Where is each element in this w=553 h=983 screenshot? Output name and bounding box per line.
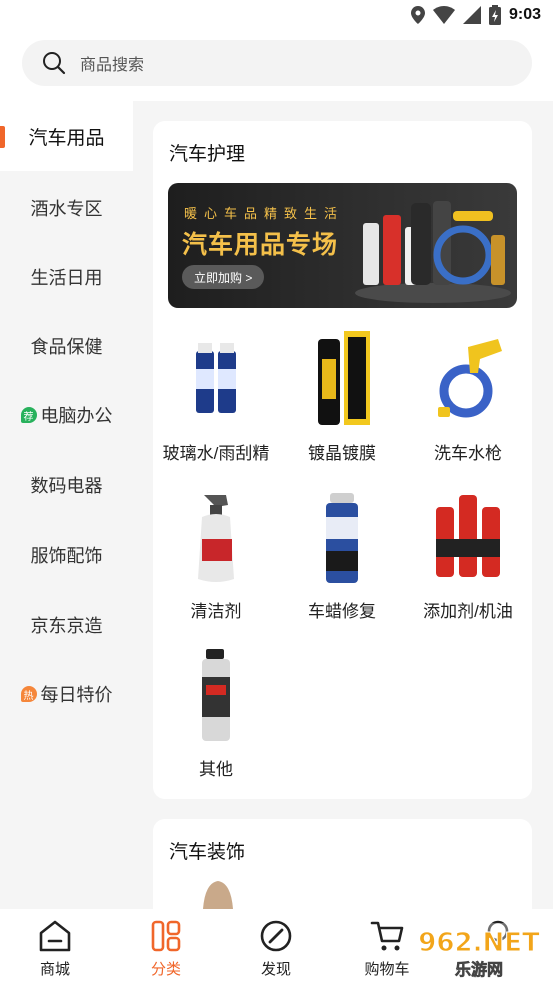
additive-oil-image [436,495,500,577]
wifi-icon [432,6,455,24]
watermark-logo: 962.NET 乐游网 [409,923,549,979]
location-icon [410,6,425,24]
sidebar-item-label: 数码电器 [30,476,103,496]
sidebar-item-label: 每日特价 [40,685,113,705]
search-input[interactable]: 商品搜索 [22,40,532,86]
category-item-label: 玻璃水/雨刮精 [162,444,270,463]
category-item-label: 车蜡修复 [308,602,376,621]
decoration-image [331,899,361,909]
promo-banner[interactable]: 暖心车品精致生活 汽车用品专场 立即加购 > [168,183,517,308]
sidebar-item-daily-deals[interactable]: 热 每日特价 [0,659,133,729]
search-placeholder: 商品搜索 [80,57,145,74]
sidebar-item-computer-office[interactable]: 荐 电脑办公 [0,380,133,450]
sidebar-item-apparel[interactable]: 服饰配饰 [0,520,133,590]
category-content: 汽车护理 暖心车品精致生活 汽车用品专场 立即加购 > 玻璃水/雨刮精 镀晶镀膜… [133,101,553,909]
category-item-label: 其他 [199,760,233,779]
sidebar-item-label: 京东京造 [30,616,103,636]
battery-icon [488,5,501,25]
crystal-coating-image [318,331,370,425]
section-title: 汽车装饰 [169,842,246,863]
sidebar-item-jd-jingzao[interactable]: 京东京造 [0,590,133,660]
compass-icon [260,920,292,952]
glass-water-image [196,343,236,413]
nav-label: 发现 [260,961,291,978]
sidebar-item-drinks[interactable]: 酒水专区 [0,173,133,243]
sidebar-item-label: 汽车用品 [28,127,105,149]
svg-text:乐游网: 乐游网 [455,960,503,979]
category-item-wax-repair[interactable]: 车蜡修复 [279,487,405,637]
search-icon [43,52,66,75]
sidebar-item-daily-use[interactable]: 生活日用 [0,242,133,312]
recommend-badge: 荐 [20,407,37,423]
nav-tab-category[interactable]: 分类 [111,909,221,983]
status-bar: 9:03 [0,0,553,32]
category-icon [151,920,181,952]
wax-repair-image [326,493,358,583]
category-item-label: 添加剂/机油 [423,602,513,621]
sidebar-item-label: 服饰配饰 [30,546,103,566]
category-item-cleaner[interactable]: 清洁剂 [153,487,279,637]
svg-text:962.NET: 962.NET [418,928,540,958]
cart-icon [370,921,404,951]
nav-tab-discover[interactable]: 发现 [221,909,331,983]
category-item-other[interactable]: 其他 [153,645,279,795]
category-item-glass-water[interactable]: 玻璃水/雨刮精 [153,329,279,479]
active-indicator [0,126,5,148]
status-time: 9:03 [508,6,541,23]
sidebar-item-label: 食品保健 [30,337,103,357]
home-icon [39,920,71,952]
banner-products-image [355,201,511,303]
banner-headline: 汽车用品专场 [182,231,339,259]
category-item-label: 镀晶镀膜 [308,444,376,463]
cleaner-image [198,495,234,582]
nav-label: 分类 [150,961,181,978]
sidebar-item-food-health[interactable]: 食品保健 [0,311,133,381]
category-item-wash-gun[interactable]: 洗车水枪 [405,329,531,479]
sidebar-item-label: 生活日用 [30,268,103,288]
other-item-image [202,649,230,741]
category-item-additive-oil[interactable]: 添加剂/机油 [405,487,531,637]
bottom-nav: 商城 分类 发现 购物车 962.NET 乐游网 [0,909,553,983]
sidebar-item-label: 酒水专区 [30,199,103,219]
section-card-car-care: 汽车护理 暖心车品精致生活 汽车用品专场 立即加购 > 玻璃水/雨刮精 镀晶镀膜… [153,121,532,799]
section-title: 汽车护理 [169,144,246,165]
wash-gun-image [438,339,502,418]
sidebar-item-label: 电脑办公 [40,406,113,426]
hot-badge: 热 [20,686,37,702]
buy-now-button[interactable]: 立即加购 > [182,265,265,289]
banner-subtitle: 暖心车品精致生活 [184,206,345,221]
section-card-car-decoration: 汽车装饰 [153,819,532,909]
category-item-crystal-coating[interactable]: 镀晶镀膜 [279,329,405,479]
nav-label: 商城 [39,961,70,978]
sidebar-item-car-supplies[interactable]: 汽车用品 [0,101,133,171]
category-item-label: 洗车水枪 [434,444,502,463]
seat-cover-image [203,881,233,909]
category-sidebar: 汽车用品 酒水专区 生活日用 食品保健 荐 电脑办公 数码电器 服饰配饰 京东京… [0,101,133,909]
sidebar-item-digital[interactable]: 数码电器 [0,450,133,520]
nav-tab-home[interactable]: 商城 [0,909,110,983]
signal-icon [462,6,481,24]
category-item-label: 清洁剂 [190,602,242,621]
